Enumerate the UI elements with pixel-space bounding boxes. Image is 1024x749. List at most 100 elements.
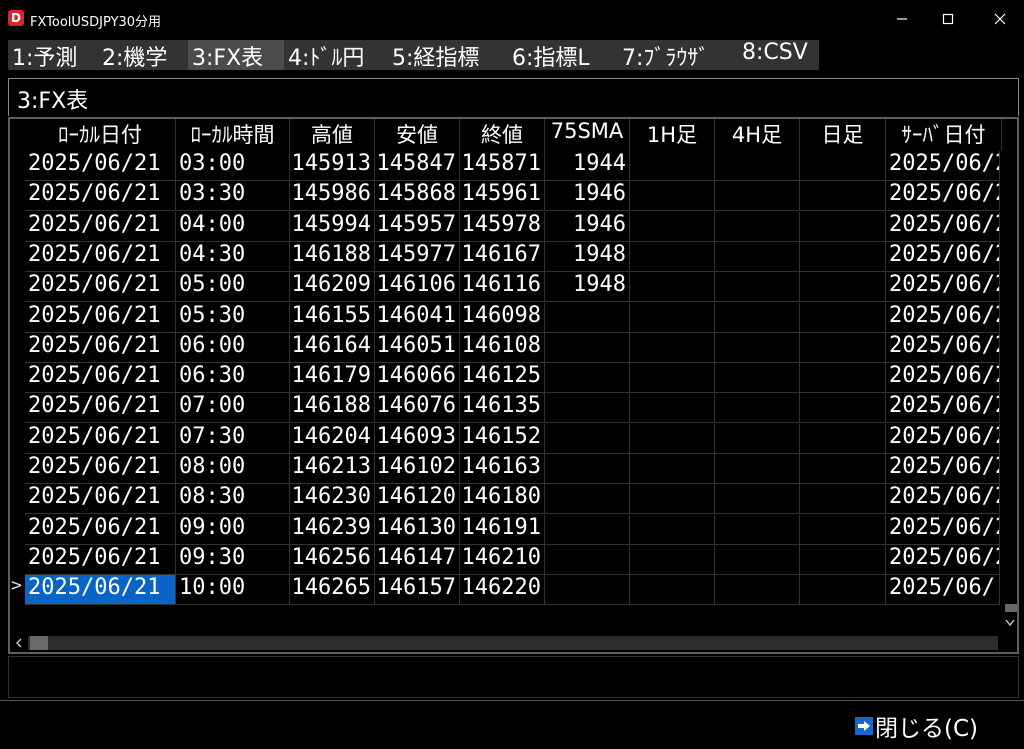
cell-daily[interactable]	[800, 575, 886, 606]
cell-local-time[interactable]: 04:00	[176, 211, 290, 242]
tab-3[interactable]: 3:FX表	[188, 40, 284, 70]
cell-sma75[interactable]	[545, 454, 630, 484]
cell-daily[interactable]	[800, 363, 886, 394]
column-header-server-date[interactable]: ｻｰﾊﾞ日付	[886, 119, 1002, 151]
cell-close[interactable]: 146098	[460, 302, 545, 333]
cell-daily[interactable]	[800, 454, 886, 484]
cell-local-time[interactable]: 03:30	[176, 181, 290, 212]
cell-h4[interactable]	[715, 544, 800, 575]
cell-sma75[interactable]	[545, 393, 630, 424]
cell-h1[interactable]	[630, 363, 715, 394]
cell-server-date[interactable]: 2025/06/2	[886, 484, 1000, 515]
cell-h1[interactable]	[630, 302, 715, 333]
cell-server-date[interactable]: 2025/06/2	[886, 393, 1000, 424]
cell-low[interactable]: 145957	[375, 211, 460, 242]
tab-2[interactable]: 2:機学	[98, 40, 188, 70]
cell-h1[interactable]	[630, 514, 715, 545]
cell-local-time[interactable]: 09:30	[176, 544, 290, 575]
cell-h1[interactable]	[630, 151, 715, 181]
cell-server-date[interactable]: 2025/06/2	[886, 514, 1000, 545]
tab-7[interactable]: 7:ﾌﾞﾗｳｻﾞ	[618, 40, 738, 70]
cell-close[interactable]: 146135	[460, 393, 545, 424]
cell-server-date[interactable]: 2025/06/2	[886, 423, 1000, 454]
cell-h4[interactable]	[715, 514, 800, 545]
table-row[interactable]: 2025/06/21 09:30 146256 146147 146210 2025/06…	[10, 544, 1000, 575]
cell-sma75[interactable]: 1948	[545, 272, 630, 303]
cell-h1[interactable]	[630, 575, 715, 606]
cell-local-date[interactable]: 2025/06/21	[25, 302, 176, 333]
cell-server-date[interactable]: 2025/06/2	[886, 302, 1000, 333]
cell-sma75[interactable]	[545, 363, 630, 394]
cell-server-date[interactable]: 2025/06/2	[886, 211, 1000, 242]
column-header-close[interactable]: 終値	[460, 119, 545, 151]
cell-sma75[interactable]: 1948	[545, 241, 630, 272]
cell-high[interactable]: 145986	[290, 181, 375, 212]
cell-local-date[interactable]: 2025/06/21	[25, 423, 176, 454]
table-row[interactable]: 2025/06/21 07:30 146204 146093 146152 2025/06…	[10, 423, 1000, 454]
column-header-h1[interactable]: 1H足	[630, 119, 715, 151]
cell-server-date[interactable]: 2025/06/2	[886, 241, 1000, 272]
cell-high[interactable]: 146188	[290, 393, 375, 424]
cell-daily[interactable]	[800, 272, 886, 303]
chevron-left-icon[interactable]	[14, 637, 24, 649]
cell-sma75[interactable]	[545, 514, 630, 545]
cell-h1[interactable]	[630, 332, 715, 363]
cell-sma75[interactable]	[545, 302, 630, 333]
tab-6[interactable]: 6:指標L	[508, 40, 618, 70]
cell-close[interactable]: 146152	[460, 423, 545, 454]
cell-local-time[interactable]: 05:30	[176, 302, 290, 333]
cell-h4[interactable]	[715, 575, 800, 606]
cell-low[interactable]: 146076	[375, 393, 460, 424]
table-row[interactable]: 2025/06/21 08:30 146230 146120 146180 2025/06…	[10, 484, 1000, 515]
cell-h4[interactable]	[715, 211, 800, 242]
horizontal-scroll-thumb[interactable]	[30, 636, 48, 650]
cell-h4[interactable]	[715, 332, 800, 363]
close-button[interactable]: 閉じる(C)	[855, 711, 978, 742]
cell-high[interactable]: 146230	[290, 484, 375, 515]
cell-server-date[interactable]: 2025/06/	[886, 575, 1000, 606]
cell-high[interactable]: 145913	[290, 151, 375, 181]
cell-low[interactable]: 146051	[375, 332, 460, 363]
cell-high[interactable]: 146213	[290, 454, 375, 484]
cell-local-date[interactable]: 2025/06/21	[25, 544, 176, 575]
cell-h4[interactable]	[715, 393, 800, 424]
tab-4[interactable]: 4:ﾄﾞﾙ円	[284, 40, 388, 70]
cell-close[interactable]: 146220	[460, 575, 545, 606]
cell-daily[interactable]	[800, 241, 886, 272]
vertical-scroll-thumb[interactable]	[1005, 604, 1017, 612]
cell-local-time[interactable]: 08:00	[176, 454, 290, 484]
cell-local-date[interactable]: 2025/06/21	[25, 181, 176, 212]
cell-close[interactable]: 146180	[460, 484, 545, 515]
cell-local-date[interactable]: 2025/06/21	[25, 514, 176, 545]
cell-h4[interactable]	[715, 302, 800, 333]
cell-server-date[interactable]: 2025/06/2	[886, 363, 1000, 394]
cell-close[interactable]: 146163	[460, 454, 545, 484]
table-row[interactable]: 2025/06/21 06:30 146179 146066 146125 2025/06…	[10, 363, 1000, 394]
tab-5[interactable]: 5:経指標	[388, 40, 508, 70]
cell-high[interactable]: 146239	[290, 514, 375, 545]
cell-sma75[interactable]	[545, 544, 630, 575]
cell-h4[interactable]	[715, 181, 800, 212]
cell-h4[interactable]	[715, 241, 800, 272]
cell-low[interactable]: 146093	[375, 423, 460, 454]
cell-close[interactable]: 146108	[460, 332, 545, 363]
cell-low[interactable]: 146066	[375, 363, 460, 394]
horizontal-scroll-track[interactable]	[28, 636, 998, 650]
cell-low[interactable]: 146106	[375, 272, 460, 303]
tab-8[interactable]: 8:CSV	[738, 40, 819, 70]
column-header-daily[interactable]: 日足	[800, 119, 886, 151]
cell-local-time[interactable]: 06:00	[176, 332, 290, 363]
cell-close[interactable]: 146210	[460, 544, 545, 575]
cell-daily[interactable]	[800, 332, 886, 363]
cell-h1[interactable]	[630, 454, 715, 484]
cell-h4[interactable]	[715, 423, 800, 454]
cell-local-time[interactable]: 07:30	[176, 423, 290, 454]
cell-local-time[interactable]: 06:30	[176, 363, 290, 394]
table-row[interactable]: 2025/06/21 04:30 146188 145977 146167 1948 202…	[10, 241, 1000, 272]
table-row[interactable]: 2025/06/21 05:00 146209 146106 146116 1948 202…	[10, 272, 1000, 303]
cell-local-time[interactable]: 08:30	[176, 484, 290, 515]
cell-local-time[interactable]: 03:00	[176, 151, 290, 181]
cell-h4[interactable]	[715, 484, 800, 515]
cell-local-date[interactable]: 2025/06/21	[25, 363, 176, 394]
cell-h1[interactable]	[630, 423, 715, 454]
